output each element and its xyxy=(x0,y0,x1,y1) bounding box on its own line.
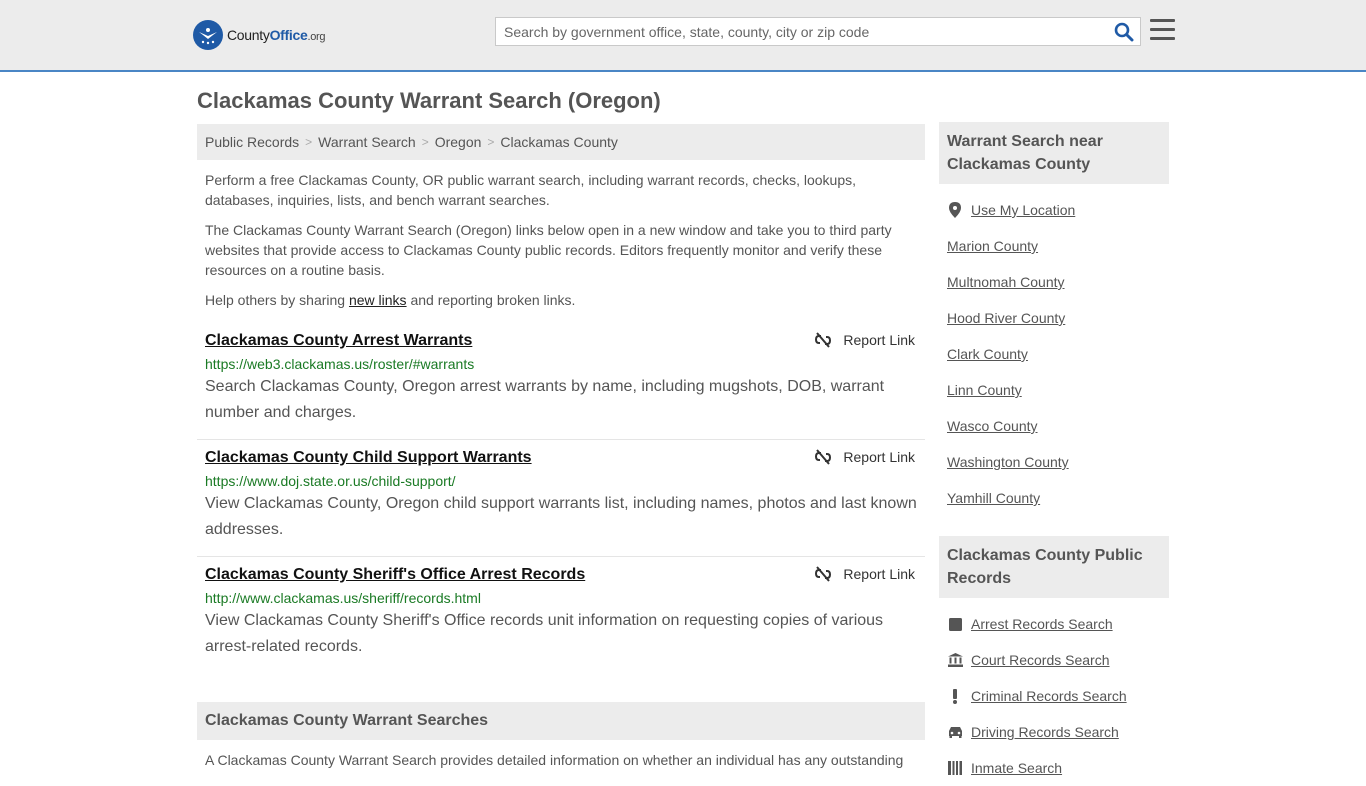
court-records-link[interactable]: Court Records Search xyxy=(971,652,1110,668)
intro-share-text: Help others by sharing xyxy=(205,292,349,308)
inmate-icon xyxy=(947,760,963,776)
new-links-link[interactable]: new links xyxy=(349,292,407,308)
sidebar-public-records: Clackamas County Public Records Arrest R… xyxy=(939,536,1169,786)
logo-suffix: .org xyxy=(307,31,326,43)
sidebar-item-county: Yamhill County xyxy=(947,480,1169,516)
sidebar-nearby: Warrant Search near Clackamas County Use… xyxy=(939,122,1169,516)
report-link-label: Report Link xyxy=(843,566,915,582)
logo-eagle-icon xyxy=(193,20,223,50)
sidebar-item-county: Linn County xyxy=(947,372,1169,408)
results-list: Clackamas County Arrest Warrants https:/… xyxy=(197,323,925,674)
broken-link-icon xyxy=(815,449,832,465)
sidebar-item-county: Multnomah County xyxy=(947,264,1169,300)
search-input[interactable] xyxy=(496,18,1106,45)
top-bar: CountyOffice.org xyxy=(0,0,1366,72)
exclamation-icon xyxy=(947,688,963,704)
public-records-list: Arrest Records Search Court Records Sear… xyxy=(939,606,1169,786)
warrant-searches-text: A Clackamas County Warrant Search provid… xyxy=(205,752,904,768)
sidebar-item-county: Hood River County xyxy=(947,300,1169,336)
nearby-county-link[interactable]: Clark County xyxy=(947,346,1028,362)
logo-name: County xyxy=(227,27,270,43)
sidebar-item-county: Clark County xyxy=(947,336,1169,372)
nearby-county-link[interactable]: Washington County xyxy=(947,454,1069,470)
intro-text: Perform a free Clackamas County, OR publ… xyxy=(205,170,917,320)
sidebar-item-arrest-records: Arrest Records Search xyxy=(947,606,1169,642)
car-icon xyxy=(947,724,963,740)
nearby-county-link[interactable]: Yamhill County xyxy=(947,490,1040,506)
result-url[interactable]: https://www.doj.state.or.us/child-suppor… xyxy=(205,473,917,489)
result-title-link[interactable]: Clackamas County Arrest Warrants xyxy=(205,332,472,350)
search-icon[interactable] xyxy=(1114,22,1134,42)
intro-paragraph-1: Perform a free Clackamas County, OR publ… xyxy=(205,172,857,208)
broken-link-icon xyxy=(815,566,832,582)
breadcrumb-separator-icon: > xyxy=(421,135,429,149)
sidebar-item-county: Wasco County xyxy=(947,408,1169,444)
warrant-searches-heading: Clackamas County Warrant Searches xyxy=(197,702,925,740)
report-link-label: Report Link xyxy=(843,449,915,465)
breadcrumb-public-records[interactable]: Public Records xyxy=(205,134,299,150)
sidebar-item-county: Washington County xyxy=(947,444,1169,480)
breadcrumb-warrant-search[interactable]: Warrant Search xyxy=(318,134,416,150)
sidebar-item-driving-records: Driving Records Search xyxy=(947,714,1169,750)
inmate-search-link[interactable]: Inmate Search xyxy=(971,760,1062,776)
result-url[interactable]: http://www.clackamas.us/sheriff/records.… xyxy=(205,590,917,606)
result-description: View Clackamas County Sheriff's Office r… xyxy=(205,612,884,655)
sidebar-public-records-title: Clackamas County Public Records xyxy=(939,536,1169,598)
hamburger-menu-icon[interactable] xyxy=(1150,19,1175,41)
map-pin-icon xyxy=(947,202,963,218)
result-description: Search Clackamas County, Oregon arrest w… xyxy=(205,378,885,421)
result-item: Clackamas County Child Support Warrants … xyxy=(197,440,925,557)
sidebar-item-county: Marion County xyxy=(947,228,1169,264)
nearby-list: Use My Location Marion County Multnomah … xyxy=(939,192,1169,516)
nearby-county-link[interactable]: Hood River County xyxy=(947,310,1065,326)
logo-highlight: Office xyxy=(269,27,308,43)
result-item: Clackamas County Arrest Warrants https:/… xyxy=(197,323,925,440)
result-title-link[interactable]: Clackamas County Sheriff's Office Arrest… xyxy=(205,566,585,584)
report-link-label: Report Link xyxy=(843,332,915,348)
courthouse-icon xyxy=(947,652,963,668)
nearby-county-link[interactable]: Linn County xyxy=(947,382,1022,398)
sidebar-nearby-title: Warrant Search near Clackamas County xyxy=(939,122,1169,184)
result-item: Clackamas County Sheriff's Office Arrest… xyxy=(197,557,925,674)
broken-link-icon xyxy=(815,332,832,348)
breadcrumb: Public Records > Warrant Search > Oregon… xyxy=(197,124,925,160)
breadcrumb-separator-icon: > xyxy=(305,135,313,149)
site-logo[interactable]: CountyOffice.org xyxy=(193,20,326,50)
nearby-county-link[interactable]: Marion County xyxy=(947,238,1038,254)
use-my-location-link[interactable]: Use My Location xyxy=(971,202,1075,218)
arrest-records-link[interactable]: Arrest Records Search xyxy=(971,616,1113,632)
search-box xyxy=(495,17,1141,46)
nearby-county-link[interactable]: Multnomah County xyxy=(947,274,1065,290)
report-link-button[interactable]: Report Link xyxy=(815,449,915,465)
sidebar-item-criminal-records: Criminal Records Search xyxy=(947,678,1169,714)
breadcrumb-clackamas-county[interactable]: Clackamas County xyxy=(500,134,618,150)
breadcrumb-oregon[interactable]: Oregon xyxy=(435,134,482,150)
intro-paragraph-2: The Clackamas County Warrant Search (Ore… xyxy=(205,222,892,278)
intro-paragraph-3: Help others by sharing new links and rep… xyxy=(205,290,917,310)
sidebar-item-inmate-search: Inmate Search xyxy=(947,750,1169,786)
report-link-button[interactable]: Report Link xyxy=(815,332,915,348)
result-url[interactable]: https://web3.clackamas.us/roster/#warran… xyxy=(205,356,917,372)
report-link-button[interactable]: Report Link xyxy=(815,566,915,582)
intro-report-text: and reporting broken links. xyxy=(406,292,576,308)
page-title: Clackamas County Warrant Search (Oregon) xyxy=(197,88,661,113)
result-description: View Clackamas County, Oregon child supp… xyxy=(205,495,917,538)
nearby-county-link[interactable]: Wasco County xyxy=(947,418,1038,434)
criminal-records-link[interactable]: Criminal Records Search xyxy=(971,688,1127,704)
driving-records-link[interactable]: Driving Records Search xyxy=(971,724,1119,740)
use-location-item: Use My Location xyxy=(947,192,1169,228)
result-title-link[interactable]: Clackamas County Child Support Warrants xyxy=(205,449,532,467)
square-icon xyxy=(947,616,963,632)
logo-text: CountyOffice.org xyxy=(227,27,326,43)
sidebar-item-court-records: Court Records Search xyxy=(947,642,1169,678)
breadcrumb-separator-icon: > xyxy=(487,135,495,149)
